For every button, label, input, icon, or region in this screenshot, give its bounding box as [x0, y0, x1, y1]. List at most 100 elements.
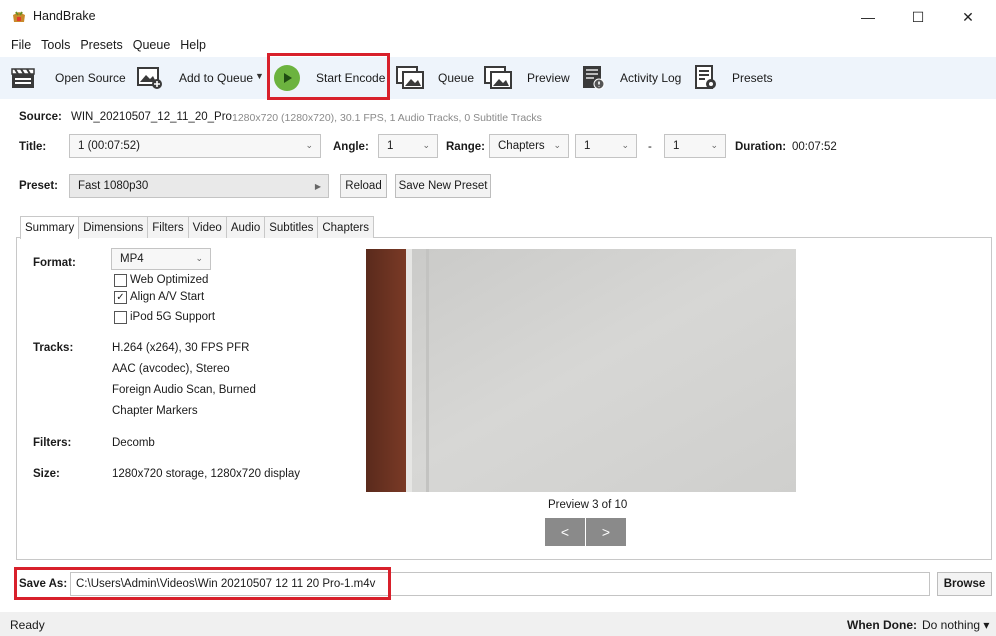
menu-help[interactable]: Help — [180, 38, 206, 52]
angle-select-value: 1 — [387, 140, 394, 152]
presets-icon[interactable] — [692, 65, 718, 91]
web-optimized-checkbox[interactable] — [114, 274, 127, 287]
chevron-down-icon: ⌄ — [553, 140, 561, 150]
chevron-down-icon: ⌄ — [621, 140, 629, 150]
when-done-label: When Done: — [847, 618, 917, 632]
preview-image — [366, 249, 796, 492]
tab-subtitles[interactable]: Subtitles — [264, 216, 319, 238]
format-select-value: MP4 — [120, 253, 144, 265]
add-to-queue-icon[interactable] — [136, 65, 162, 91]
format-select[interactable]: MP4 ⌄ — [111, 248, 211, 270]
tab-audio[interactable]: Audio — [225, 216, 266, 238]
range-mode-select[interactable]: Chapters ⌄ — [489, 134, 569, 158]
tab-filters[interactable]: Filters — [147, 216, 189, 238]
tracks-label: Tracks: — [33, 342, 74, 354]
source-name: WIN_20210507_12_11_20_Pro — [71, 111, 232, 123]
activity-log-icon[interactable] — [580, 65, 606, 91]
status-text: Ready — [10, 618, 45, 632]
clapperboard-icon[interactable] — [10, 65, 36, 91]
track-item: H.264 (x264), 30 FPS PFR — [112, 342, 250, 354]
range-start-select[interactable]: 1 ⌄ — [575, 134, 637, 158]
minimize-button[interactable]: — — [848, 4, 888, 30]
range-start-value: 1 — [584, 140, 591, 152]
preview-prev-button[interactable]: < — [545, 518, 585, 546]
save-as-highlight-box — [14, 567, 391, 600]
minimize-icon: — — [861, 9, 875, 25]
when-done-select[interactable]: Do nothing ▾ — [922, 618, 989, 632]
ipod-support-checkbox[interactable] — [114, 311, 127, 324]
tab-chapters[interactable]: Chapters — [317, 216, 375, 238]
maximize-icon: ☐ — [911, 8, 925, 25]
chevron-down-icon: ⌄ — [195, 253, 203, 263]
size-label: Size: — [33, 468, 60, 480]
filters-value: Decomb — [112, 437, 155, 449]
web-optimized-label: Web Optimized — [130, 274, 209, 286]
preset-select[interactable]: Fast 1080p30 ▶ — [69, 174, 329, 198]
title-select[interactable]: 1 (00:07:52) ⌄ — [69, 134, 321, 158]
preview-icon[interactable] — [484, 65, 514, 91]
range-dash: - — [648, 141, 652, 153]
tab-strip: Summary Dimensions Filters Video Audio S… — [20, 216, 375, 239]
chevron-left-icon: < — [560, 524, 570, 540]
duration-label: Duration: — [735, 141, 787, 153]
title-label: Title: — [19, 141, 47, 153]
range-label: Range: — [446, 141, 485, 153]
preset-select-value: Fast 1080p30 — [78, 180, 149, 192]
ipod-support-label: iPod 5G Support — [130, 311, 216, 323]
menu-presets[interactable]: Presets — [80, 38, 122, 52]
track-item: Foreign Audio Scan, Burned — [112, 384, 256, 396]
menu-bar: File Tools Presets Queue Help — [0, 34, 996, 56]
range-mode-value: Chapters — [498, 140, 545, 152]
close-button[interactable]: ✕ — [948, 4, 988, 30]
queue-icon[interactable] — [396, 65, 426, 91]
title-bar: HandBrake — ☐ ✕ — [0, 0, 996, 34]
title-select-value: 1 (00:07:52) — [78, 140, 141, 152]
format-label: Format: — [33, 257, 76, 269]
tab-dimensions[interactable]: Dimensions — [78, 216, 149, 238]
open-source-button[interactable]: Open Source — [55, 71, 126, 85]
activity-log-button[interactable]: Activity Log — [620, 71, 681, 85]
window-title: HandBrake — [33, 9, 96, 23]
menu-file[interactable]: File — [11, 38, 31, 52]
align-av-checkbox[interactable]: ✓ — [114, 291, 127, 304]
chevron-down-icon: ⌄ — [422, 140, 430, 150]
duration-value: 00:07:52 — [792, 141, 837, 153]
chevron-down-icon: ⌄ — [305, 140, 313, 150]
chevron-right-icon: ▶ — [314, 182, 321, 191]
source-label: Source: — [19, 111, 62, 123]
preset-label: Preset: — [19, 180, 58, 192]
tab-video[interactable]: Video — [187, 216, 227, 238]
menu-queue[interactable]: Queue — [133, 38, 171, 52]
toolbar: Open Source Add to Queue ▼ Start Encode … — [0, 57, 996, 99]
angle-select[interactable]: 1 ⌄ — [378, 134, 438, 158]
handbrake-logo-icon — [11, 9, 27, 25]
chevron-right-icon: > — [601, 524, 611, 540]
filters-label: Filters: — [33, 437, 72, 449]
start-encode-highlight-box — [267, 53, 390, 100]
add-to-queue-button[interactable]: Add to Queue — [179, 71, 253, 85]
browse-button[interactable]: Browse — [937, 572, 992, 596]
track-item: Chapter Markers — [112, 405, 198, 417]
preview-caption: Preview 3 of 10 — [548, 499, 628, 511]
preview-next-button[interactable]: > — [586, 518, 626, 546]
save-new-preset-button[interactable]: Save New Preset — [395, 174, 491, 198]
queue-button[interactable]: Queue — [438, 71, 474, 85]
source-info: 1280x720 (1280x720), 30.1 FPS, 1 Audio T… — [232, 112, 542, 124]
preview-button[interactable]: Preview — [527, 71, 570, 85]
presets-button[interactable]: Presets — [732, 71, 773, 85]
reload-button[interactable]: Reload — [340, 174, 387, 198]
close-icon: ✕ — [962, 8, 974, 25]
range-end-value: 1 — [673, 140, 680, 152]
size-value: 1280x720 storage, 1280x720 display — [112, 468, 300, 480]
range-end-select[interactable]: 1 ⌄ — [664, 134, 726, 158]
tab-summary[interactable]: Summary — [20, 216, 80, 239]
track-item: AAC (avcodec), Stereo — [112, 363, 230, 375]
angle-label: Angle: — [333, 141, 369, 153]
chevron-down-icon: ⌄ — [710, 140, 718, 150]
status-bar: Ready When Done: Do nothing ▾ — [0, 612, 996, 636]
menu-tools[interactable]: Tools — [41, 38, 70, 52]
maximize-button[interactable]: ☐ — [898, 4, 938, 30]
align-av-label: Align A/V Start — [130, 291, 205, 303]
add-to-queue-dropdown-icon[interactable]: ▼ — [255, 71, 264, 81]
checkmark-icon: ✓ — [116, 291, 125, 303]
